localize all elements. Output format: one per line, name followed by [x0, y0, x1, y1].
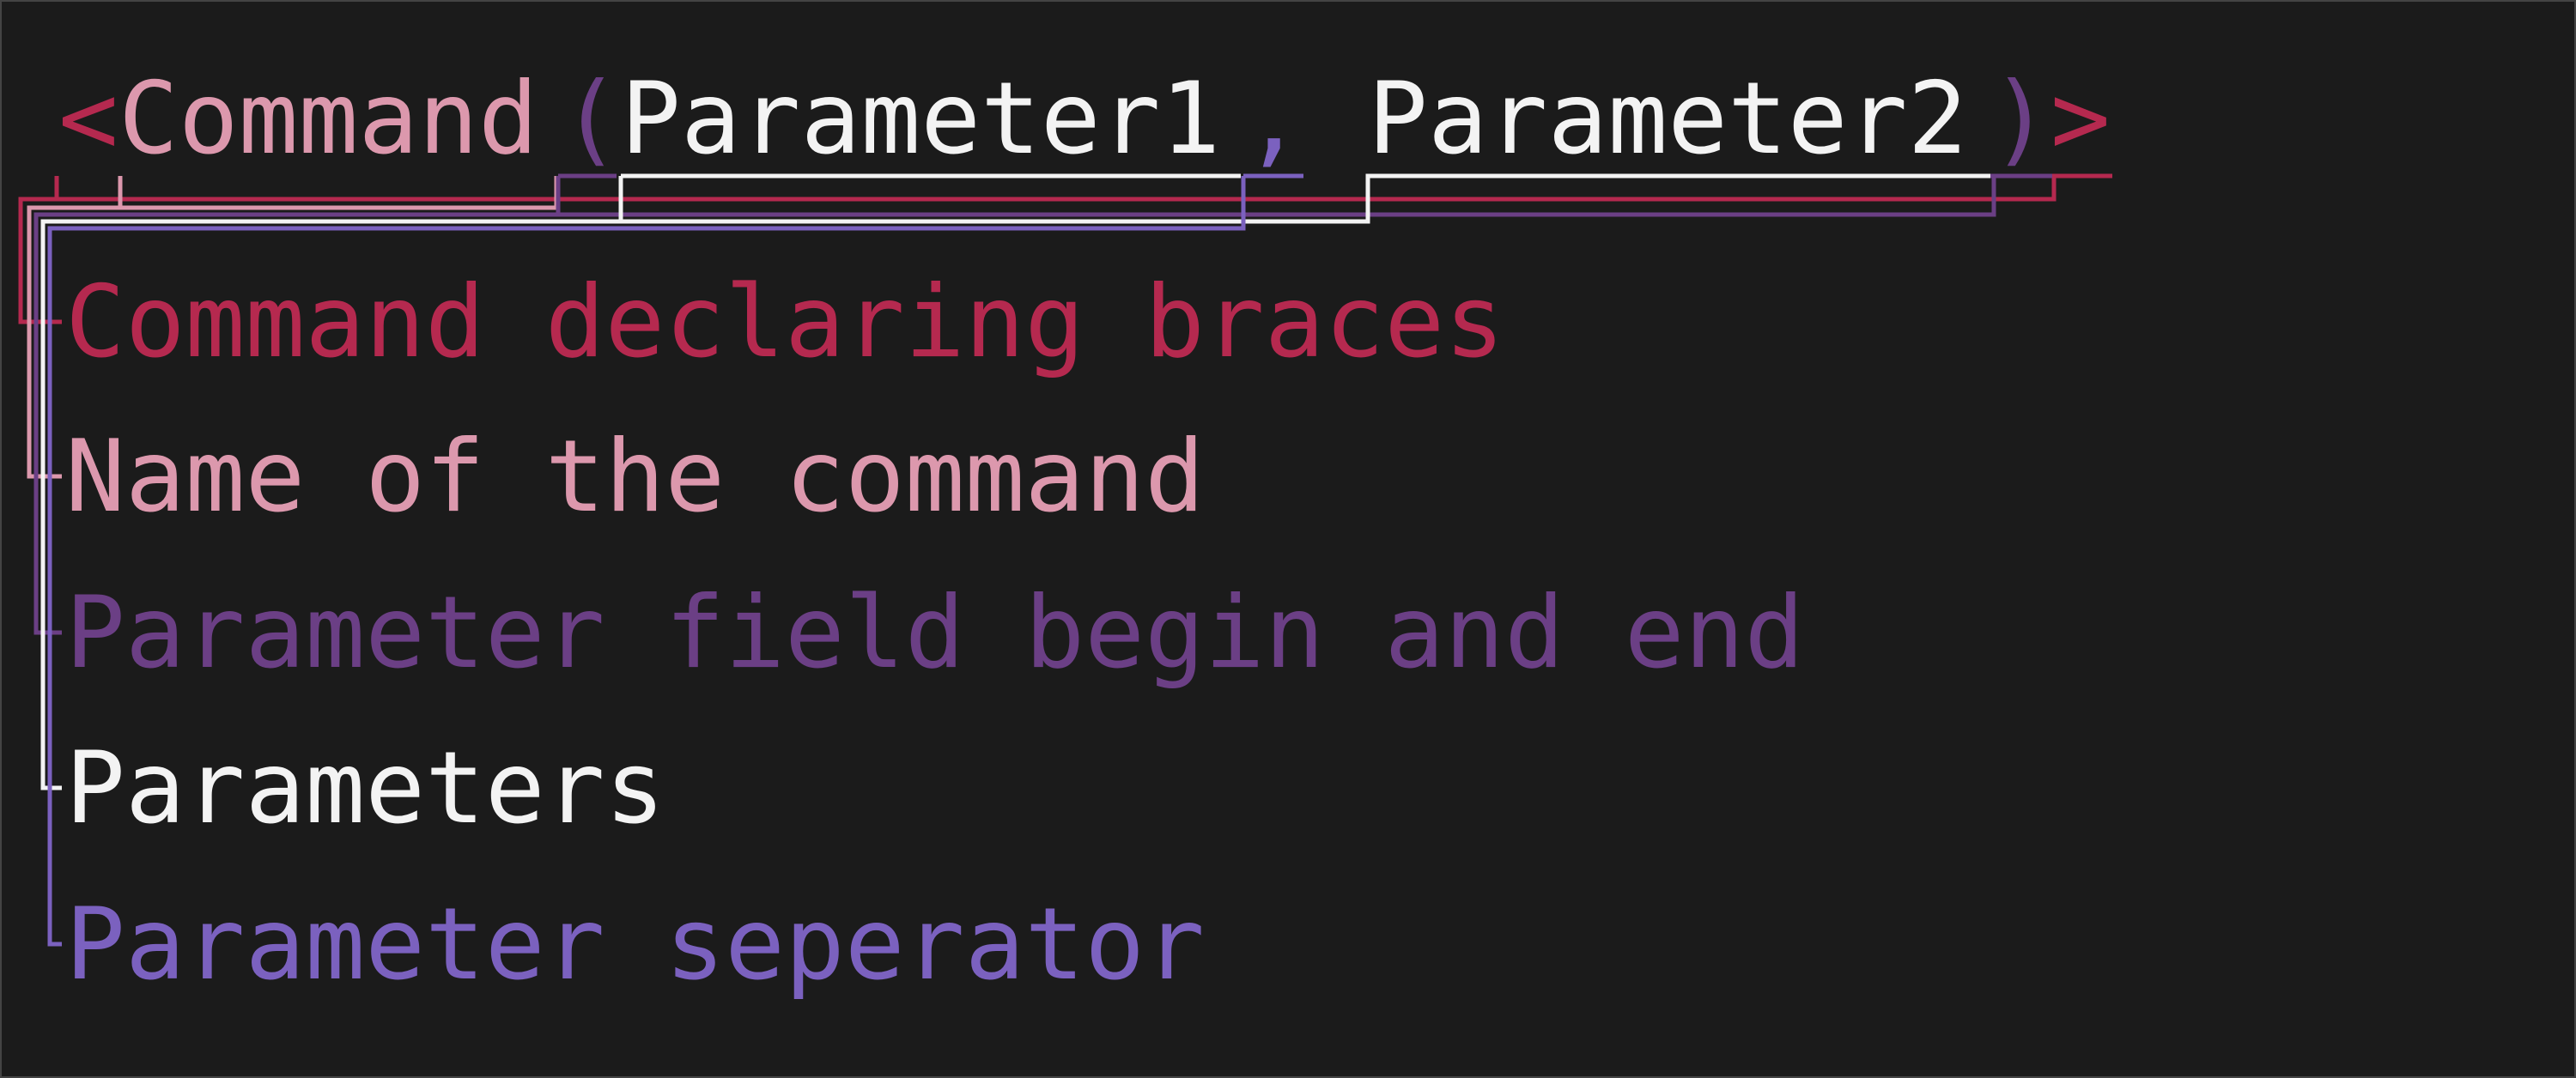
legend-name: Name of the command: [65, 419, 1205, 535]
param-open-paren: (: [561, 61, 621, 177]
parameter2-token: Parameter2: [1368, 61, 1967, 177]
separator-token: ,: [1243, 61, 1303, 177]
legend-separator: Parameter seperator: [65, 887, 1205, 1002]
legend-braces: Command declaring braces: [65, 264, 1504, 380]
param-close-paren: ): [1990, 61, 2050, 177]
syntax-line: < Command ( Parameter1 , Parameter2 ) >: [58, 61, 2111, 177]
legend-field: Parameter field begin and end: [65, 575, 1804, 691]
diagram-canvas: < Command ( Parameter1 , Parameter2 ) >: [0, 0, 2576, 1078]
parameter1-token: Parameter1: [621, 61, 1220, 177]
legend-parameters: Parameters: [65, 730, 665, 846]
open-brace: <: [58, 61, 118, 177]
syntax-diagram: < Command ( Parameter1 , Parameter2 ) >: [0, 0, 2576, 1078]
command-token: Command: [118, 61, 538, 177]
close-brace: >: [2050, 61, 2111, 177]
